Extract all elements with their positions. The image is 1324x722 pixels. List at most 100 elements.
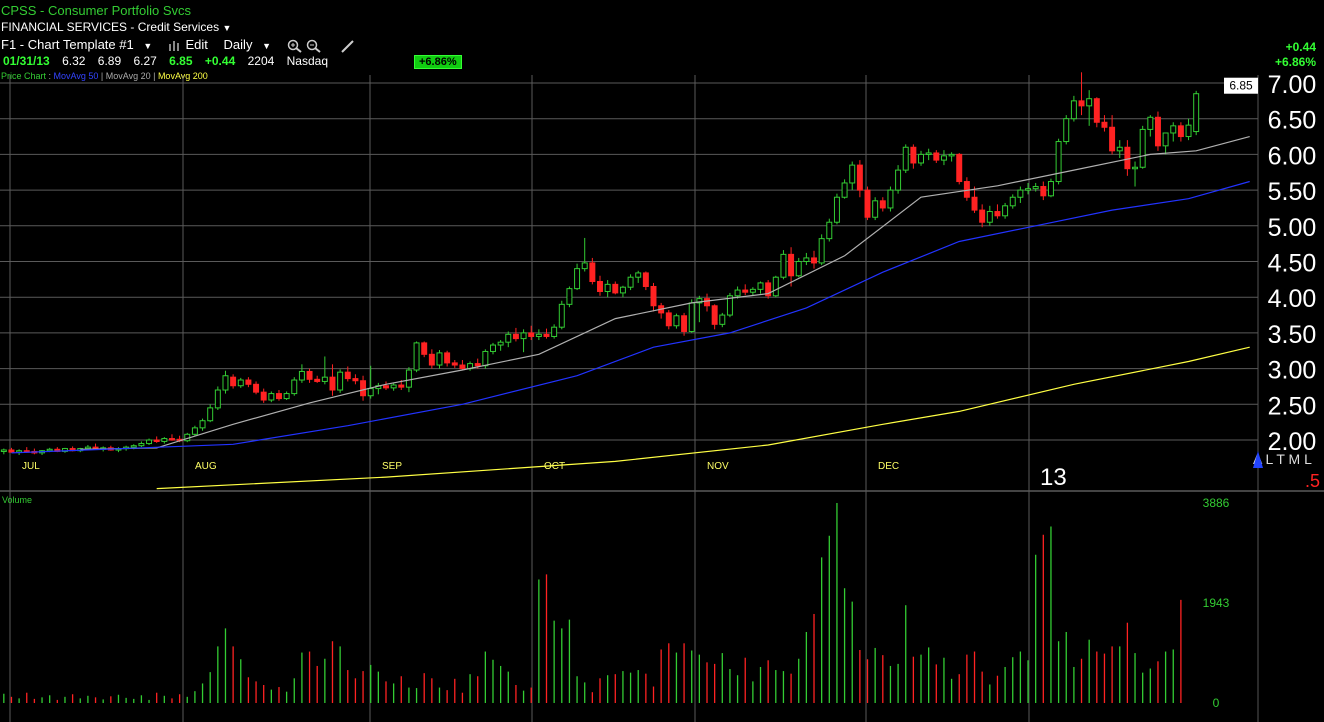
candle-body [237, 379, 244, 387]
candle-body [665, 312, 672, 327]
candle-body [581, 262, 588, 270]
candle-body [222, 375, 229, 391]
candle-body [1040, 186, 1047, 197]
price-volume-chart[interactable]: 7.00 6.50 6.00 5.50 5.00 4.50 4.00 3.50 3.00 2.50… [0, 0, 1324, 722]
candle-body [214, 389, 221, 409]
candle-body [344, 371, 351, 380]
candle-body [948, 153, 955, 157]
candle-body [138, 443, 145, 447]
price-tick-label: 4.50 [1268, 250, 1317, 278]
candle-body [963, 181, 970, 198]
candle-body [230, 376, 237, 387]
candle-body [994, 211, 1001, 217]
volume-bars [3, 503, 1182, 703]
candle-body [0, 449, 7, 452]
candle-body [1002, 205, 1009, 217]
candle-body [566, 288, 573, 305]
volume-title: Volume [2, 495, 32, 505]
candle-body [558, 303, 565, 328]
candle-body [1025, 188, 1032, 191]
candle-body [245, 379, 252, 385]
candle-body [619, 286, 626, 294]
candle-body [306, 370, 313, 380]
volume-tick-label: 3886 [1203, 496, 1230, 510]
moving-average-line [80, 136, 1250, 450]
volume-tick-label: 0 [1213, 696, 1220, 710]
candle-body [1170, 125, 1177, 134]
candle-body [497, 341, 504, 346]
candle-body [925, 152, 932, 155]
candle-body [1162, 132, 1169, 147]
candle-body [383, 385, 389, 389]
price-tick-label: 2.50 [1268, 392, 1317, 420]
candle-body [161, 438, 168, 442]
candle-body [841, 182, 848, 198]
candle-body [711, 305, 718, 325]
last-price-label: 6.85 [1229, 79, 1253, 93]
price-axis: 7.00 6.50 6.00 5.50 5.00 4.50 4.00 3.50 3.00 2.50… [1268, 71, 1317, 456]
price-tick-label: 5.00 [1268, 214, 1317, 242]
candle-body [597, 280, 603, 292]
candle-body [772, 276, 779, 297]
candle-body [520, 332, 527, 340]
candle-body [757, 282, 764, 290]
candle-body [933, 152, 940, 161]
candle-body [803, 257, 810, 262]
candle-body [719, 314, 726, 325]
candle-body [428, 353, 435, 366]
candle-body [1132, 166, 1139, 170]
candle-body [742, 289, 749, 293]
candle-body [650, 285, 657, 307]
candle-body [1070, 100, 1077, 120]
candle-body [826, 221, 833, 240]
candle-body [459, 364, 466, 370]
price-tick-label: 6.00 [1268, 142, 1317, 170]
candle-body [979, 209, 986, 223]
price-tick-label: 5.50 [1268, 178, 1317, 206]
moving-averages [11, 136, 1250, 490]
candle-body [46, 448, 53, 452]
price-tick-label: 3.50 [1268, 321, 1317, 349]
candle-body [879, 200, 886, 209]
candle-body [1086, 98, 1093, 107]
candle-body [612, 283, 619, 294]
candle-body [1185, 124, 1192, 138]
candle-body [528, 332, 535, 337]
candle-body [956, 153, 963, 183]
month-label: AUG [195, 461, 217, 472]
candle-body [1147, 116, 1154, 130]
candle-body [8, 449, 15, 453]
candle-body [811, 257, 817, 264]
candle-body [887, 189, 894, 209]
candle-body [512, 333, 519, 340]
month-label: JUL [22, 461, 40, 472]
candle-body [474, 363, 481, 367]
price-tick-label: 6.50 [1268, 107, 1317, 135]
candle-body [1116, 146, 1123, 152]
candle-body [1017, 189, 1024, 198]
candle-body [1154, 116, 1161, 147]
candle-body [704, 298, 710, 307]
candle-body [734, 289, 741, 297]
candle-body [1047, 181, 1054, 197]
candle-body [390, 384, 397, 389]
candle-body [795, 261, 802, 277]
date-axis: JUL AUG SEP OCT NOV DEC 13 [22, 461, 1067, 491]
candle-body [635, 272, 642, 278]
candle-body [535, 333, 542, 337]
candle-body [405, 369, 412, 388]
price-tick-label: 4.00 [1268, 285, 1317, 313]
candle-body [780, 253, 787, 278]
candle-body [833, 196, 840, 223]
candle-body [918, 153, 925, 164]
candle-body [1055, 141, 1062, 183]
candle-body [436, 352, 443, 366]
candle-body [291, 379, 298, 395]
candle-body [681, 315, 688, 332]
candle-body [283, 393, 290, 400]
right-controls-small[interactable]: .5 [1305, 471, 1320, 491]
candle-body [788, 253, 795, 277]
candle-body [268, 393, 275, 401]
candle-body [321, 376, 328, 382]
candle-body [543, 333, 550, 337]
